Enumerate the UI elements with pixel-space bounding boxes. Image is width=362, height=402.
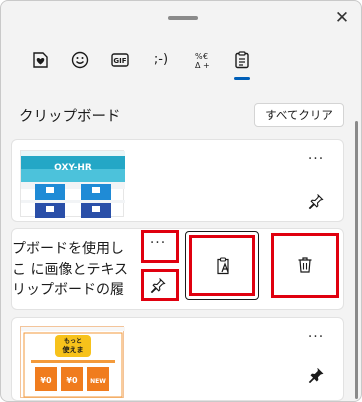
drag-handle[interactable] <box>168 16 198 20</box>
tab-symbols[interactable]: % € Δ + <box>189 47 215 73</box>
clipboard-icon <box>235 51 249 69</box>
svg-text:Δ: Δ <box>195 61 201 70</box>
pin-icon <box>308 194 324 210</box>
tab-stickers[interactable] <box>27 47 53 73</box>
heart-sticker-icon <box>33 52 48 68</box>
svg-text:OXY-HR: OXY-HR <box>54 163 92 173</box>
clipboard-history-panel: ✕ GIF ;-) % € Δ + クリップボード すべてクリア OXY-HR … <box>0 0 362 402</box>
section-title: クリップボード <box>19 109 121 125</box>
highlight-delete <box>271 233 339 298</box>
highlight-more-options <box>141 230 179 263</box>
tab-emoji[interactable] <box>67 47 93 73</box>
smiley-icon <box>71 51 89 69</box>
image-thumbnail: もっと 使えま ¥0 ¥0 NEW <box>20 326 125 398</box>
gif-icon: GIF <box>111 53 129 67</box>
svg-text:€: € <box>203 52 208 61</box>
symbols-icon: % € Δ + <box>195 52 210 70</box>
tab-kaomoji[interactable]: ;-) <box>147 47 175 73</box>
clipboard-item-image-1[interactable]: OXY-HR ··· <box>11 139 344 222</box>
close-button[interactable]: ✕ <box>331 9 353 29</box>
svg-text:+: + <box>203 61 210 70</box>
svg-text:%: % <box>195 52 203 61</box>
more-options-button[interactable]: ··· <box>305 152 327 168</box>
selected-tab-indicator <box>234 77 250 80</box>
svg-text:もっと: もっと <box>64 338 82 345</box>
svg-text:¥0: ¥0 <box>40 376 52 385</box>
highlight-pin <box>141 269 179 301</box>
scrollbar[interactable] <box>355 121 358 399</box>
more-options-button[interactable]: ··· <box>305 330 327 346</box>
unpin-button[interactable] <box>305 364 327 386</box>
svg-text:使えま: 使えま <box>62 345 84 354</box>
clear-all-button[interactable]: すべてクリア <box>254 103 344 127</box>
tab-gif[interactable]: GIF <box>107 47 133 73</box>
image-thumbnail: OXY-HR <box>20 150 125 218</box>
pin-button[interactable] <box>305 190 327 212</box>
svg-text:NEW: NEW <box>90 378 106 385</box>
tab-clipboard[interactable] <box>229 47 255 73</box>
highlight-paste-as-text <box>189 235 255 296</box>
kaomoji-icon: ;-) <box>153 52 169 67</box>
clipboard-item-image-2[interactable]: もっと 使えま ¥0 ¥0 NEW ··· <box>11 317 344 401</box>
svg-text:¥0: ¥0 <box>66 376 78 385</box>
pinned-icon <box>308 368 324 384</box>
svg-text:GIF: GIF <box>113 57 126 65</box>
